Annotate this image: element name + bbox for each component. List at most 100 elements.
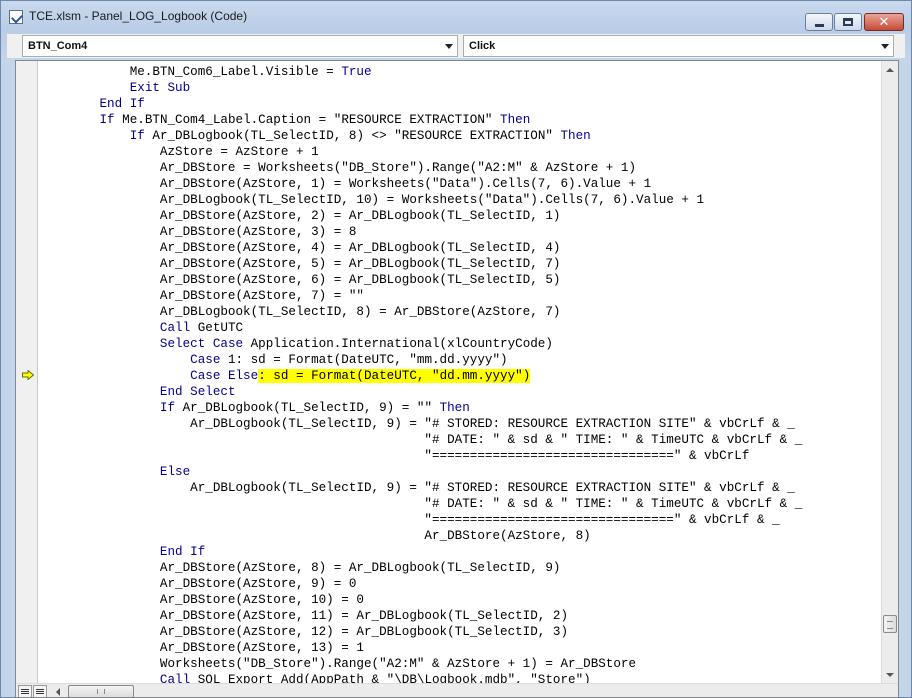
- code-text: Ar_DBStore(AzStore, 8): [39, 529, 591, 543]
- scroll-down-button[interactable]: [882, 666, 898, 683]
- code-line[interactable]: Exit Sub: [39, 80, 802, 96]
- code-text: Ar_DBStore = Worksheets("DB_Store").Rang…: [39, 161, 637, 175]
- chevron-down-icon: [881, 44, 889, 49]
- chevron-down-icon: [445, 44, 453, 49]
- code-line[interactable]: Worksheets("DB_Store").Range("A2:M" & Az…: [39, 656, 802, 672]
- close-button[interactable]: ✕: [864, 13, 904, 31]
- code-text: Worksheets("DB_Store").Range("A2:M" & Az…: [39, 657, 637, 671]
- scroll-left-button[interactable]: [50, 685, 66, 697]
- title-bar[interactable]: TCE.xlsm - Panel_LOG_Logbook (Code) ✕: [1, 1, 911, 31]
- code-line[interactable]: Me.BTN_Com6_Label.Visible = True: [39, 64, 802, 80]
- code-line[interactable]: Call GetUTC: [39, 320, 802, 336]
- margin-indicator-bar[interactable]: [16, 61, 38, 683]
- code-line[interactable]: Ar_DBStore(AzStore, 7) = "": [39, 288, 802, 304]
- code-line[interactable]: If Ar_DBLogbook(TL_SelectID, 9) = "" The…: [39, 400, 802, 416]
- code-line[interactable]: If Me.BTN_Com4_Label.Caption = "RESOURCE…: [39, 112, 802, 128]
- code-line[interactable]: Else: [39, 464, 802, 480]
- code-text-area[interactable]: Me.BTN_Com6_Label.Visible = True Exit Su…: [39, 61, 882, 683]
- code-line[interactable]: Select Case Application.International(xl…: [39, 336, 802, 352]
- code-text: Me.BTN_Com6_Label.Visible =: [39, 65, 342, 79]
- code-line[interactable]: Ar_DBStore(AzStore, 12) = Ar_DBLogbook(T…: [39, 624, 802, 640]
- minimize-icon: [814, 23, 824, 27]
- code-line[interactable]: Case 1: sd = Format(DateUTC, "mm.dd.yyyy…: [39, 352, 802, 368]
- procedure-dropdown-value: Click: [469, 40, 496, 52]
- code-text: Ar_DBStore(AzStore, 8) = Ar_DBLogbook(TL…: [39, 561, 561, 575]
- code-line[interactable]: "# DATE: " & sd & " TIME: " & TimeUTC & …: [39, 496, 802, 512]
- code-text: Ar_DBStore(AzStore, 9) = 0: [39, 577, 357, 591]
- code-line[interactable]: Ar_DBStore(AzStore, 10) = 0: [39, 592, 802, 608]
- code-text: Ar_DBLogbook(TL_SelectID, 9) = "# STORED…: [39, 417, 795, 431]
- code-text: SQL_Export_Add(AppPath & "\DB\Logbook.md…: [190, 673, 591, 683]
- code-keyword: Select Case: [159, 337, 244, 351]
- code-text: Ar_DBStore(AzStore, 2) = Ar_DBLogbook(TL…: [39, 209, 561, 223]
- code-line[interactable]: If Ar_DBLogbook(TL_SelectID, 8) <> "RESO…: [39, 128, 802, 144]
- code-line[interactable]: Ar_DBStore(AzStore, 6) = Ar_DBLogbook(TL…: [39, 272, 802, 288]
- horizontal-scrollbar[interactable]: [16, 683, 898, 697]
- code-line[interactable]: AzStore = AzStore + 1: [39, 144, 802, 160]
- code-text: Ar_DBLogbook(TL_SelectID, 10) = Workshee…: [39, 193, 705, 207]
- code-line[interactable]: Ar_DBStore(AzStore, 13) = 1: [39, 640, 802, 656]
- code-keyword: Then: [500, 113, 531, 127]
- code-keyword: If: [129, 129, 145, 143]
- code-line[interactable]: Ar_DBStore(AzStore, 8): [39, 528, 802, 544]
- vba-code-window: TCE.xlsm - Panel_LOG_Logbook (Code) ✕ BT…: [0, 0, 912, 698]
- code-line[interactable]: Ar_DBStore(AzStore, 3) = 8: [39, 224, 802, 240]
- code-line[interactable]: Ar_DBStore(AzStore, 11) = Ar_DBLogbook(T…: [39, 608, 802, 624]
- code-line[interactable]: "================================" & vbC…: [39, 512, 802, 528]
- code-line[interactable]: Case Else: sd = Format(DateUTC, "dd.mm.y…: [39, 368, 802, 384]
- execution-pointer-arrow-icon: [22, 370, 34, 380]
- code-line[interactable]: "================================" & vbC…: [39, 448, 802, 464]
- code-line[interactable]: Ar_DBStore(AzStore, 8) = Ar_DBLogbook(TL…: [39, 560, 802, 576]
- code-line[interactable]: Call SQL_Export_Add(AppPath & "\DB\Logbo…: [39, 672, 802, 683]
- code-keyword: If: [99, 113, 115, 127]
- arrow-up-icon: [886, 67, 894, 72]
- code-keyword: Exit Sub: [129, 81, 191, 95]
- code-keyword: If: [159, 401, 176, 415]
- code-text: Ar_DBStore(AzStore, 7) = "": [39, 289, 364, 303]
- vertical-scrollbar[interactable]: [881, 61, 898, 683]
- code-text: Ar_DBStore(AzStore, 4) = Ar_DBLogbook(TL…: [39, 241, 561, 255]
- code-text: "================================" & vbC…: [39, 449, 750, 463]
- code-text: AzStore = AzStore + 1: [39, 145, 319, 159]
- scroll-up-button[interactable]: [882, 61, 898, 78]
- code-line[interactable]: Ar_DBStore(AzStore, 4) = Ar_DBLogbook(TL…: [39, 240, 802, 256]
- code-text: "# DATE: " & sd & " TIME: " & TimeUTC & …: [39, 433, 803, 447]
- code-line[interactable]: Ar_DBLogbook(TL_SelectID, 9) = "# STORED…: [39, 480, 802, 496]
- code-text: Ar_DBStore(AzStore, 13) = 1: [39, 641, 364, 655]
- code-text: Ar_DBStore(AzStore, 5) = Ar_DBLogbook(TL…: [39, 257, 561, 271]
- code-line[interactable]: End Select: [39, 384, 802, 400]
- procedure-view-button[interactable]: [18, 685, 32, 697]
- vertical-scroll-thumb[interactable]: [883, 615, 897, 633]
- code-line[interactable]: Ar_DBLogbook(TL_SelectID, 10) = Workshee…: [39, 192, 802, 208]
- full-module-view-button[interactable]: [33, 685, 47, 697]
- code-line[interactable]: Ar_DBStore(AzStore, 5) = Ar_DBLogbook(TL…: [39, 256, 802, 272]
- code-text: Application.International(xlCountryCode): [243, 337, 553, 351]
- code-line[interactable]: Ar_DBStore(AzStore, 9) = 0: [39, 576, 802, 592]
- code-line[interactable]: Ar_DBLogbook(TL_SelectID, 8) = Ar_DBStor…: [39, 304, 802, 320]
- code-line[interactable]: Ar_DBStore(AzStore, 2) = Ar_DBLogbook(TL…: [39, 208, 802, 224]
- code-keyword: Else: [159, 465, 191, 479]
- code-line[interactable]: Ar_DBLogbook(TL_SelectID, 9) = "# STORED…: [39, 416, 802, 432]
- minimize-button[interactable]: [805, 13, 833, 31]
- code-line[interactable]: End If: [39, 96, 802, 112]
- code-line[interactable]: Ar_DBStore = Worksheets("DB_Store").Rang…: [39, 160, 802, 176]
- procedure-dropdown[interactable]: Click: [463, 35, 894, 57]
- maximize-button[interactable]: [834, 13, 862, 31]
- horizontal-scroll-thumb[interactable]: [68, 685, 134, 697]
- code-line[interactable]: Ar_DBStore(AzStore, 1) = Worksheets("Dat…: [39, 176, 802, 192]
- object-dropdown[interactable]: BTN_Com4: [22, 35, 458, 57]
- code-text: "# DATE: " & sd & " TIME: " & TimeUTC & …: [39, 497, 803, 511]
- code-line[interactable]: End If: [39, 544, 802, 560]
- code-lines: Me.BTN_Com6_Label.Visible = True Exit Su…: [39, 64, 802, 683]
- code-line[interactable]: "# DATE: " & sd & " TIME: " & TimeUTC & …: [39, 432, 802, 448]
- code-editor: Me.BTN_Com6_Label.Visible = True Exit Su…: [15, 60, 899, 698]
- code-keyword: Then: [560, 129, 591, 143]
